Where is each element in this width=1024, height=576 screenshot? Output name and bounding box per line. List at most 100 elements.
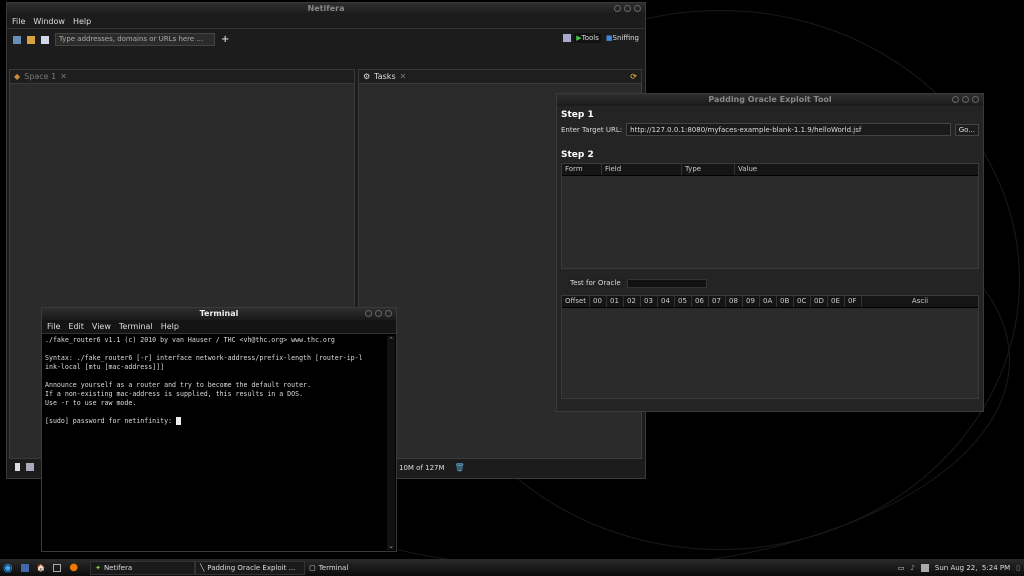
terminal-line: If a non-existing mac-address is supplie… — [45, 390, 393, 399]
close-button[interactable] — [385, 310, 392, 317]
terminal-line: ./fake_router6 v1.1 (c) 2010 by van Haus… — [45, 336, 393, 345]
menu-file[interactable]: File — [47, 322, 60, 331]
hex-column[interactable]: Offset — [562, 296, 590, 307]
toolbar: Type addresses, domains or URLs here ...… — [13, 33, 229, 46]
taskbar-item-netifera[interactable]: ✦Netifera — [90, 561, 195, 575]
hex-column[interactable]: 0F — [845, 296, 862, 307]
hex-column[interactable]: 05 — [675, 296, 692, 307]
close-tab-icon[interactable]: ✕ — [60, 72, 67, 81]
trash-icon[interactable]: 🗑 — [455, 463, 465, 472]
hex-column[interactable]: Ascii — [862, 296, 978, 307]
memory-status: 10M of 127M🗑 — [399, 463, 465, 472]
title-bar[interactable]: Netifera — [7, 3, 645, 15]
taskbar-item-oracle[interactable]: ╲Padding Oracle Exploit ... — [195, 561, 305, 575]
hex-column[interactable]: 00 — [590, 296, 607, 307]
tasks-icon: ⚙ — [363, 72, 370, 81]
new-view-icon[interactable] — [15, 463, 20, 471]
maximize-button[interactable] — [624, 5, 631, 12]
hex-column[interactable]: 07 — [709, 296, 726, 307]
network-icon[interactable]: ▭ — [898, 564, 905, 572]
window-title: Padding Oracle Exploit Tool — [708, 95, 831, 104]
oracle-progress-bar — [627, 279, 707, 288]
menu-view[interactable]: View — [92, 322, 111, 331]
maximize-button[interactable] — [962, 96, 969, 103]
url-row: Enter Target URL: http://127.0.0.1:8080/… — [561, 123, 979, 136]
refresh-icon[interactable]: ⟳ — [630, 72, 637, 81]
menu-terminal[interactable]: Terminal — [119, 322, 153, 331]
column-field[interactable]: Field — [602, 164, 682, 175]
terminal-line — [45, 372, 393, 381]
menu-help[interactable]: Help — [73, 17, 91, 26]
document-icon[interactable] — [41, 36, 49, 44]
hex-column[interactable]: 0E — [828, 296, 845, 307]
perspective-bar: ▶Tools ■Sniffing — [563, 33, 641, 43]
add-button[interactable]: + — [221, 34, 229, 45]
hex-column[interactable]: 08 — [726, 296, 743, 307]
hex-column[interactable]: 0D — [811, 296, 828, 307]
close-button[interactable] — [634, 5, 641, 12]
close-button[interactable] — [972, 96, 979, 103]
test-row: Test for Oracle — [561, 278, 979, 288]
terminal-line: Use -r to use raw mode. — [45, 399, 393, 408]
task-label: Netifera — [104, 564, 132, 572]
hex-column[interactable]: 09 — [743, 296, 760, 307]
tab-space-1[interactable]: Space 1 — [24, 72, 56, 81]
tab-sniffing[interactable]: ■Sniffing — [604, 33, 641, 43]
terminal-line: [sudo] password for netinfinity: — [45, 417, 393, 426]
console-icon[interactable] — [26, 463, 34, 471]
hex-column[interactable]: 04 — [658, 296, 675, 307]
column-form[interactable]: Form — [562, 164, 602, 175]
terminal-icon: ▢ — [309, 564, 316, 572]
address-input[interactable]: Type addresses, domains or URLs here ... — [55, 33, 215, 46]
status-icons — [15, 463, 34, 471]
file-manager-icon[interactable] — [21, 564, 29, 572]
taskbar-item-terminal[interactable]: ▢Terminal — [305, 561, 415, 575]
hex-column[interactable]: 0A — [760, 296, 777, 307]
column-type[interactable]: Type — [682, 164, 735, 175]
terminal-line: ink-local [mtu [mac-address]]] — [45, 363, 393, 372]
sniffing-label: Sniffing — [613, 34, 639, 42]
window-title: Netifera — [308, 4, 345, 13]
netifera-icon: ✦ — [95, 564, 101, 572]
column-value[interactable]: Value — [735, 164, 978, 175]
tool-icon: ╲ — [200, 564, 204, 572]
minimize-button[interactable] — [614, 5, 621, 12]
minimize-button[interactable] — [952, 96, 959, 103]
clock[interactable]: Sun Aug 22, 5:24 PM — [935, 564, 1010, 572]
new-space-icon[interactable] — [13, 36, 21, 44]
go-button[interactable]: Go... — [955, 124, 979, 136]
target-url-input[interactable]: http://127.0.0.1:8080/myfaces-example-bl… — [626, 123, 951, 136]
menu-edit[interactable]: Edit — [68, 322, 84, 331]
hex-column[interactable]: 06 — [692, 296, 709, 307]
open-icon[interactable] — [27, 36, 35, 44]
maximize-button[interactable] — [375, 310, 382, 317]
terminal-window: Terminal File Edit View Terminal Help ./… — [41, 307, 397, 552]
menu-window[interactable]: Window — [33, 17, 65, 26]
title-bar[interactable]: Terminal — [42, 308, 396, 320]
menu-help[interactable]: Help — [161, 322, 179, 331]
trash-icon[interactable]: ▯ — [1016, 564, 1020, 572]
hex-column[interactable]: 0C — [794, 296, 811, 307]
hex-column[interactable]: 0B — [777, 296, 794, 307]
mail-icon[interactable] — [921, 564, 929, 572]
start-menu-icon[interactable]: ◉ — [3, 561, 13, 574]
tab-tasks[interactable]: Tasks — [374, 72, 395, 81]
hex-column[interactable]: 01 — [607, 296, 624, 307]
terminal-line: Syntax: ./fake_router6 [-r] interface ne… — [45, 354, 393, 363]
terminal-output[interactable]: ./fake_router6 v1.1 (c) 2010 by van Haus… — [42, 334, 396, 428]
hex-column[interactable]: 03 — [641, 296, 658, 307]
scrollbar[interactable]: ⌃⌄ — [387, 336, 395, 550]
test-oracle-button[interactable]: Test for Oracle — [567, 278, 624, 288]
hex-table: Offset000102030405060708090A0B0C0D0E0FAs… — [561, 295, 979, 399]
show-desktop-icon[interactable] — [53, 564, 61, 572]
volume-icon[interactable]: ♪ — [910, 564, 914, 572]
menu-file[interactable]: File — [12, 17, 25, 26]
title-bar[interactable]: Padding Oracle Exploit Tool — [557, 94, 983, 106]
firefox-icon[interactable]: ● — [69, 562, 78, 573]
minimize-button[interactable] — [365, 310, 372, 317]
open-perspective-icon[interactable] — [563, 34, 571, 42]
hex-column[interactable]: 02 — [624, 296, 641, 307]
home-icon[interactable]: 🏠 — [37, 564, 46, 572]
tab-tools[interactable]: ▶Tools — [574, 33, 601, 43]
close-tab-icon[interactable]: ✕ — [400, 72, 407, 81]
